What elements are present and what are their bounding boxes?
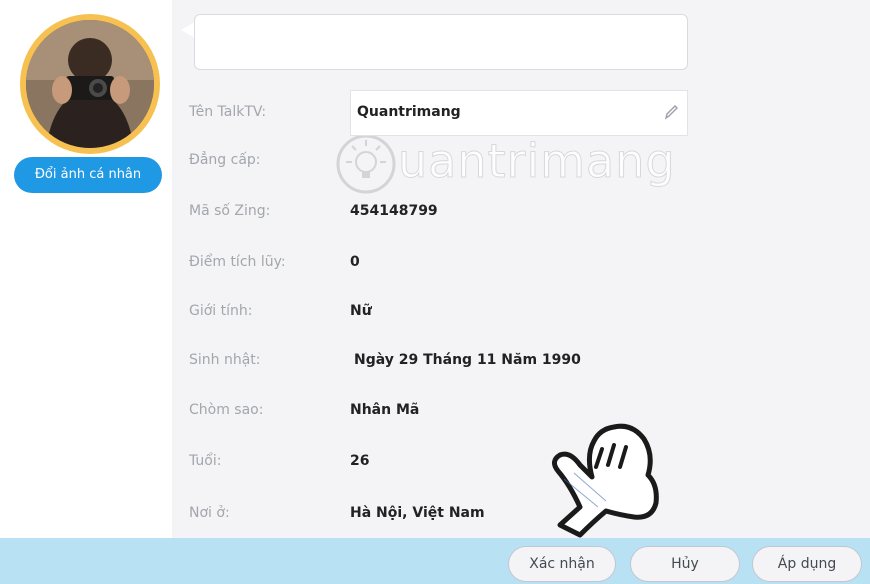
birthday-value: Ngày 29 Tháng 11 Năm 1990 [354, 352, 581, 368]
cancel-button[interactable]: Hủy [630, 546, 740, 582]
age-label: Tuổi: [189, 453, 222, 469]
gender-label: Giới tính: [189, 303, 253, 319]
change-avatar-button[interactable]: Đổi ảnh cá nhân [14, 157, 162, 193]
location-label: Nơi ở: [189, 505, 230, 521]
points-label: Điểm tích lũy: [189, 254, 286, 270]
confirm-button[interactable]: Xác nhận [508, 546, 616, 582]
zing-id-label: Mã số Zing: [189, 203, 271, 219]
zodiac-label: Chòm sao: [189, 402, 264, 418]
talktv-name-input[interactable]: Quantrimang [350, 90, 688, 136]
avatar-ring [20, 14, 160, 154]
apply-button[interactable]: Áp dụng [752, 546, 862, 582]
pencil-icon[interactable] [663, 103, 679, 121]
age-value: 26 [350, 453, 370, 469]
zing-id-value: 454148799 [350, 203, 438, 219]
rank-label: Đẳng cấp: [189, 152, 261, 168]
talktv-name-value: Quantrimang [357, 104, 461, 120]
status-input[interactable] [194, 14, 688, 70]
avatar[interactable] [26, 20, 154, 148]
location-value: Hà Nội, Việt Nam [350, 505, 485, 521]
birthday-label: Sinh nhật: [189, 352, 261, 368]
zodiac-value: Nhân Mã [350, 402, 420, 418]
status-bubble-tail [181, 22, 195, 38]
points-value: 0 [350, 254, 360, 270]
talktv-label: Tên TalkTV: [189, 104, 267, 120]
gender-value: Nữ [350, 303, 372, 319]
